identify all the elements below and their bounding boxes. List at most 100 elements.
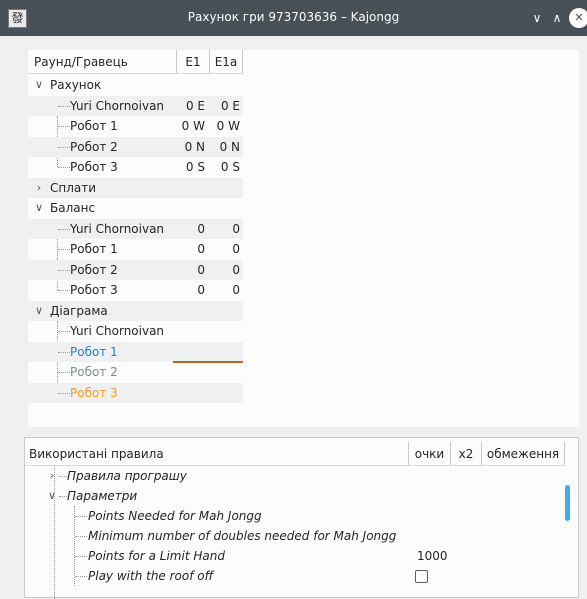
chevron-right-icon[interactable]: › (47, 466, 57, 486)
tree-player-row[interactable]: Робот 3 (28, 382, 243, 403)
score-value-e1a: 0 E (220, 98, 240, 113)
player-name: Робот 2 (70, 139, 118, 154)
chevron-down-icon[interactable]: ∨ (34, 301, 44, 321)
tree-branch-line (58, 126, 70, 127)
header-points[interactable]: очки (409, 442, 451, 466)
tree-section-row[interactable]: ∨ Діаграма (28, 300, 243, 321)
header-rules[interactable]: Використані правила (25, 442, 409, 466)
score-value-e1: 0 S (185, 160, 205, 174)
rule-label: Minimum number of doubles needed for Mah… (88, 529, 397, 543)
player-name: Робот 3 (70, 385, 118, 400)
score-value-e1a: 0 (232, 221, 240, 236)
header-e1[interactable]: E1 (177, 50, 210, 74)
rule-label: Points for a Limit Hand (88, 549, 225, 563)
score-tree[interactable]: Раунд/Гравець E1 E1a ∨ Рахунок Yuri Chorno… (28, 50, 579, 427)
section-label: Рахунок (50, 78, 102, 92)
tree-branch-line (58, 249, 70, 250)
close-icon[interactable]: ✕ (569, 8, 587, 28)
tree-branch-line (75, 556, 87, 557)
score-value-e1: 0 E (185, 98, 205, 113)
tree-player-row[interactable]: Робот 3 0 0 (28, 280, 243, 301)
tree-section-row[interactable]: ∨ Баланс (28, 198, 243, 219)
tree-player-row[interactable]: Робот 1 0 0 (28, 239, 243, 260)
tree-branch-line (58, 228, 70, 230)
tree-branch-line (58, 331, 70, 332)
score-value-e1a: 0 N (219, 139, 240, 154)
header-round-player[interactable]: Раунд/Гравець (28, 50, 177, 74)
minimize-icon[interactable]: ∨ (527, 8, 547, 28)
tree-player-row[interactable]: Робот 1 0 W 0 W (28, 116, 243, 137)
player-name: Робот 2 (70, 262, 118, 277)
tree-branch-line (75, 516, 87, 517)
tree-branch-line (58, 269, 70, 271)
player-name: Робот 1 (70, 119, 118, 133)
header-e1a[interactable]: E1a (210, 50, 243, 74)
header-limits[interactable]: обмеження (482, 442, 565, 466)
chevron-down-icon[interactable]: ∨ (34, 75, 44, 95)
chevron-down-icon[interactable]: ∨ (34, 198, 44, 218)
score-value-e1: 0 (197, 283, 205, 297)
rule-label: Правила програшу (67, 469, 187, 483)
tree-branch-line (58, 167, 70, 168)
tree-section-row[interactable]: ∨ Рахунок (28, 75, 243, 96)
tree-section-row[interactable]: › Сплати (28, 177, 243, 198)
tree-player-row[interactable]: Робот 2 (28, 362, 243, 383)
score-value-e1: 0 (197, 242, 205, 256)
tree-player-row[interactable]: Робот 2 0 N 0 N (28, 136, 243, 157)
tree-branch-line (59, 476, 67, 477)
section-label: Баланс (50, 201, 96, 215)
roof-off-checkbox[interactable] (415, 570, 428, 583)
tree-player-row[interactable]: Yuri Chornoivan 0 0 (28, 218, 243, 239)
score-value-e1: 0 (197, 221, 205, 236)
title-bar[interactable]: 發 Рахунок гри 973703636 – Kajongg ∨ ∧ ✕ (0, 0, 587, 36)
tree-branch-line (58, 290, 70, 291)
player-name: Yuri Chornoivan (70, 98, 165, 113)
score-value-e1: 0 W (181, 119, 205, 133)
player-name: Робот 1 (70, 242, 118, 256)
score-value-e1a: 0 (232, 242, 240, 256)
player-name: Yuri Chornoivan (70, 324, 165, 338)
header-x2[interactable]: x2 (451, 442, 482, 466)
rule-row[interactable]: Play with the roof off (25, 566, 578, 586)
section-label: Сплати (50, 180, 97, 195)
tree-player-row[interactable]: Робот 3 0 S 0 S (28, 157, 243, 178)
score-value-e1a: 0 W (216, 119, 240, 133)
tree-branch-line (59, 496, 67, 497)
rule-row[interactable]: ∨ Параметри (25, 486, 578, 506)
rule-row[interactable]: Points for a Limit Hand 1000 (25, 546, 578, 566)
score-value-e1a: 0 (232, 283, 240, 297)
tree-branch-line (58, 372, 70, 373)
score-value-e1: 0 N (184, 139, 205, 154)
player-name: Робот 3 (70, 283, 118, 297)
tree-branch-line (58, 105, 70, 107)
diagram-line (173, 361, 243, 363)
tree-player-row[interactable]: Робот 1 (28, 341, 243, 362)
tree-player-row[interactable]: Робот 2 0 0 (28, 259, 243, 280)
tree-branch-line (58, 146, 70, 148)
rule-points[interactable]: 1000 (417, 546, 448, 566)
maximize-icon[interactable]: ∧ (547, 8, 567, 28)
window-title: Рахунок гри 973703636 – Kajongg (187, 10, 400, 24)
rule-label: Points Needed for Mah Jongg (88, 509, 262, 523)
rules-tree[interactable]: Використані правила очки x2 обмеження › П… (24, 437, 579, 599)
tree-branch-line (58, 392, 70, 394)
rule-label: Параметри (67, 489, 138, 503)
score-value-e1: 0 (197, 262, 205, 277)
tree-branch-line (58, 351, 70, 353)
chevron-down-icon[interactable]: ∨ (47, 486, 57, 506)
score-value-e1a: 0 S (220, 160, 240, 174)
rule-row[interactable]: › Правила програшу (25, 466, 578, 486)
player-name: Yuri Chornoivan (70, 221, 165, 236)
score-value-e1a: 0 (232, 262, 240, 277)
tree-player-row[interactable]: Yuri Chornoivan (28, 321, 243, 342)
rule-label: Play with the roof off (88, 569, 214, 583)
player-name: Робот 3 (70, 160, 118, 174)
player-name: Робот 1 (70, 344, 118, 359)
tree-player-row[interactable]: Yuri Chornoivan 0 E 0 E (28, 95, 243, 116)
player-name: Робот 2 (70, 365, 118, 379)
rules-scrollbar[interactable] (565, 485, 570, 521)
tree-branch-line (75, 576, 87, 577)
rule-row[interactable]: Points Needed for Mah Jongg (25, 506, 578, 526)
chevron-right-icon[interactable]: › (34, 178, 44, 198)
rule-row[interactable]: Minimum number of doubles needed for Mah… (25, 526, 578, 546)
